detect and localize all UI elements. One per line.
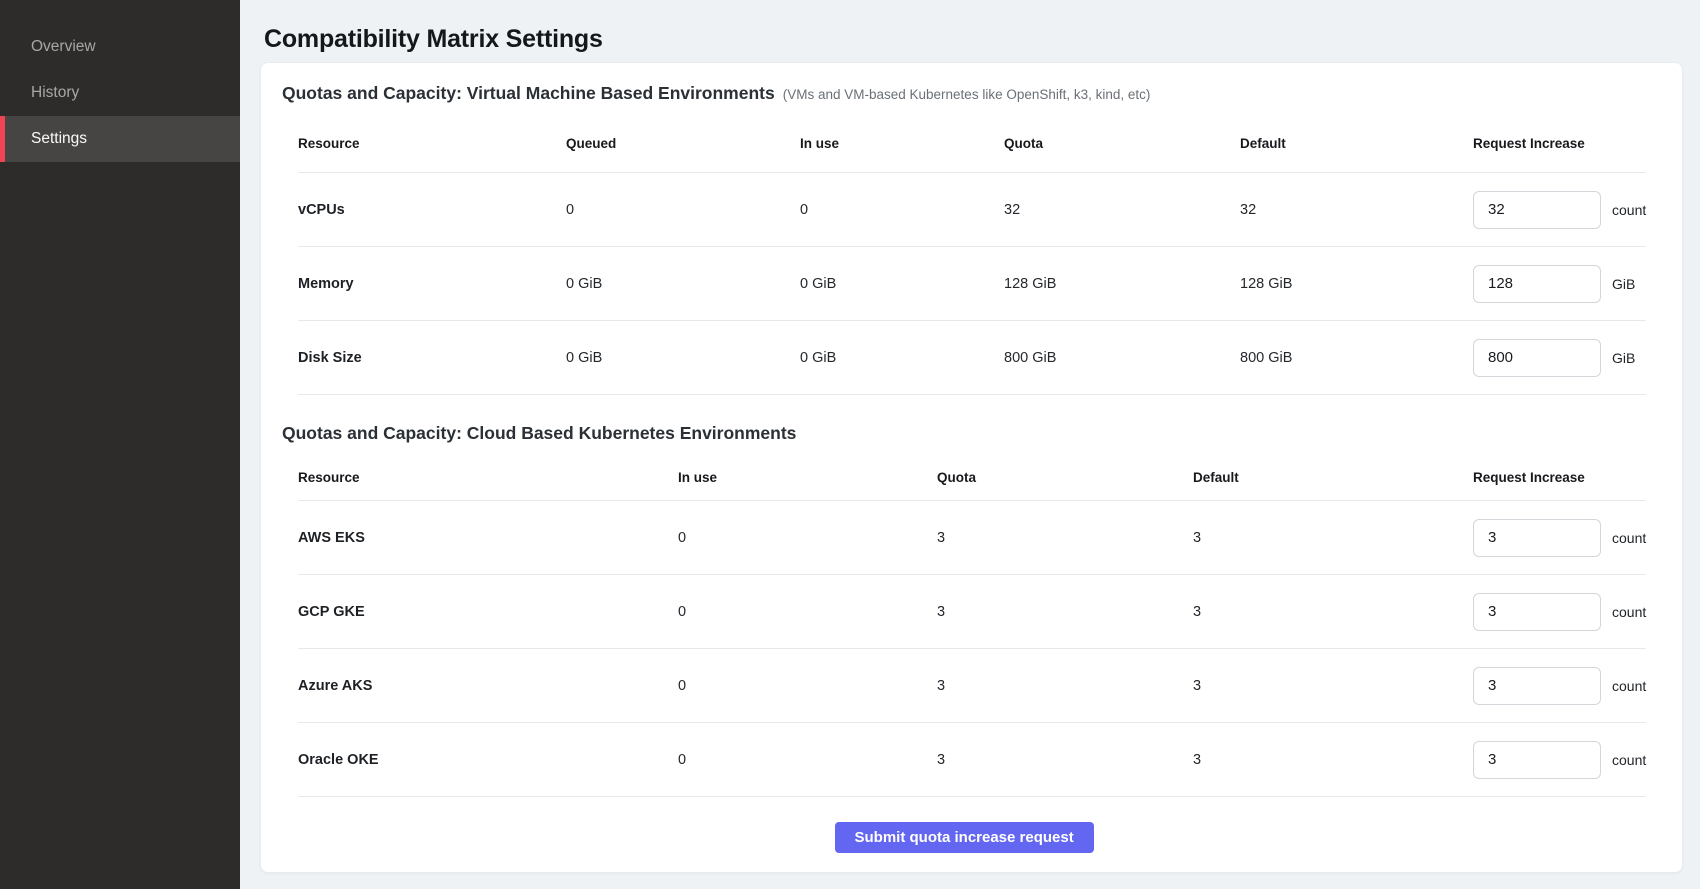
in-use-value: 0 bbox=[800, 202, 1004, 218]
unit-label: GiB bbox=[1612, 276, 1635, 292]
submit-quota-increase-button[interactable]: Submit quota increase request bbox=[835, 822, 1094, 853]
queued-value: 0 bbox=[566, 202, 800, 218]
resource-label: GCP GKE bbox=[298, 604, 678, 620]
vm-quota-table: Resource Queued In use Quota Default Req… bbox=[298, 115, 1646, 395]
in-use-value: 0 bbox=[678, 604, 937, 620]
table-row-disk-size: Disk Size 0 GiB 0 GiB 800 GiB 800 GiB Gi… bbox=[298, 321, 1646, 395]
request-increase-input[interactable] bbox=[1473, 667, 1601, 705]
default-value: 3 bbox=[1193, 604, 1473, 620]
column-header-request-increase: Request Increase bbox=[1473, 470, 1646, 485]
active-indicator bbox=[0, 116, 5, 162]
column-header-in-use: In use bbox=[678, 470, 937, 485]
quota-value: 128 GiB bbox=[1004, 276, 1240, 292]
table-row-aws-eks: AWS EKS 0 3 3 count bbox=[298, 501, 1646, 575]
request-increase-input[interactable] bbox=[1473, 265, 1601, 303]
table-row-memory: Memory 0 GiB 0 GiB 128 GiB 128 GiB GiB bbox=[298, 247, 1646, 321]
vm-section-header: Quotas and Capacity: Virtual Machine Bas… bbox=[282, 81, 1646, 107]
resource-label: vCPUs bbox=[298, 202, 566, 218]
queued-value: 0 GiB bbox=[566, 276, 800, 292]
cloud-table-header-row: Resource In use Quota Default Request In… bbox=[298, 455, 1646, 501]
default-value: 800 GiB bbox=[1240, 350, 1473, 366]
column-header-in-use: In use bbox=[800, 136, 1004, 151]
resource-label: AWS EKS bbox=[298, 530, 678, 546]
sidebar-nav: Overview History Settings bbox=[0, 24, 240, 162]
quota-value: 800 GiB bbox=[1004, 350, 1240, 366]
quota-value: 32 bbox=[1004, 202, 1240, 218]
column-header-default: Default bbox=[1193, 470, 1473, 485]
default-value: 3 bbox=[1193, 752, 1473, 768]
request-increase-input[interactable] bbox=[1473, 191, 1601, 229]
in-use-value: 0 bbox=[678, 530, 937, 546]
quota-settings-card: Quotas and Capacity: Virtual Machine Bas… bbox=[260, 62, 1683, 873]
sidebar: Overview History Settings bbox=[0, 0, 240, 889]
quota-value: 3 bbox=[937, 530, 1193, 546]
quota-value: 3 bbox=[937, 678, 1193, 694]
quota-value: 3 bbox=[937, 752, 1193, 768]
column-header-request-increase: Request Increase bbox=[1473, 136, 1646, 151]
vm-section-note: (VMs and VM-based Kubernetes like OpenSh… bbox=[783, 87, 1151, 102]
vm-table-header-row: Resource Queued In use Quota Default Req… bbox=[298, 115, 1646, 173]
unit-label: GiB bbox=[1612, 350, 1635, 366]
cloud-quota-table: Resource In use Quota Default Request In… bbox=[298, 455, 1646, 797]
default-value: 32 bbox=[1240, 202, 1473, 218]
page-title: Compatibility Matrix Settings bbox=[264, 22, 1683, 56]
queued-value: 0 GiB bbox=[566, 350, 800, 366]
request-increase-cell: GiB bbox=[1473, 265, 1646, 303]
vm-section-title: Quotas and Capacity: Virtual Machine Bas… bbox=[282, 83, 775, 103]
default-value: 3 bbox=[1193, 678, 1473, 694]
unit-label: count bbox=[1612, 752, 1646, 768]
column-header-resource: Resource bbox=[298, 136, 566, 151]
request-increase-input[interactable] bbox=[1473, 339, 1601, 377]
in-use-value: 0 GiB bbox=[800, 276, 1004, 292]
unit-label: count bbox=[1612, 530, 1646, 546]
table-row-gcp-gke: GCP GKE 0 3 3 count bbox=[298, 575, 1646, 649]
request-increase-cell: count bbox=[1473, 191, 1646, 229]
request-increase-input[interactable] bbox=[1473, 593, 1601, 631]
main-content: Compatibility Matrix Settings Quotas and… bbox=[240, 0, 1700, 889]
request-increase-cell: count bbox=[1473, 593, 1646, 631]
column-header-quota: Quota bbox=[1004, 136, 1240, 151]
in-use-value: 0 GiB bbox=[800, 350, 1004, 366]
sidebar-item-label: Settings bbox=[31, 130, 87, 148]
quota-value: 3 bbox=[937, 604, 1193, 620]
sidebar-item-overview[interactable]: Overview bbox=[0, 24, 240, 70]
request-increase-cell: GiB bbox=[1473, 339, 1646, 377]
resource-label: Memory bbox=[298, 276, 566, 292]
unit-label: count bbox=[1612, 678, 1646, 694]
request-increase-input[interactable] bbox=[1473, 519, 1601, 557]
column-header-quota: Quota bbox=[937, 470, 1193, 485]
submit-row: Submit quota increase request bbox=[282, 822, 1646, 853]
column-header-resource: Resource bbox=[298, 470, 678, 485]
column-header-queued: Queued bbox=[566, 136, 800, 151]
in-use-value: 0 bbox=[678, 752, 937, 768]
request-increase-input[interactable] bbox=[1473, 741, 1601, 779]
request-increase-cell: count bbox=[1473, 519, 1646, 557]
request-increase-cell: count bbox=[1473, 741, 1646, 779]
table-row-azure-aks: Azure AKS 0 3 3 count bbox=[298, 649, 1646, 723]
sidebar-item-settings[interactable]: Settings bbox=[0, 116, 240, 162]
request-increase-cell: count bbox=[1473, 667, 1646, 705]
resource-label: Disk Size bbox=[298, 350, 566, 366]
resource-label: Oracle OKE bbox=[298, 752, 678, 768]
cloud-section-title: Quotas and Capacity: Cloud Based Kuberne… bbox=[282, 423, 796, 443]
app-root: Overview History Settings Compatibility … bbox=[0, 0, 1700, 889]
table-row-oracle-oke: Oracle OKE 0 3 3 count bbox=[298, 723, 1646, 797]
cloud-section-header: Quotas and Capacity: Cloud Based Kuberne… bbox=[282, 421, 1646, 447]
sidebar-item-history[interactable]: History bbox=[0, 70, 240, 116]
table-row-vcpus: vCPUs 0 0 32 32 count bbox=[298, 173, 1646, 247]
default-value: 3 bbox=[1193, 530, 1473, 546]
unit-label: count bbox=[1612, 202, 1646, 218]
unit-label: count bbox=[1612, 604, 1646, 620]
resource-label: Azure AKS bbox=[298, 678, 678, 694]
in-use-value: 0 bbox=[678, 678, 937, 694]
column-header-default: Default bbox=[1240, 136, 1473, 151]
default-value: 128 GiB bbox=[1240, 276, 1473, 292]
